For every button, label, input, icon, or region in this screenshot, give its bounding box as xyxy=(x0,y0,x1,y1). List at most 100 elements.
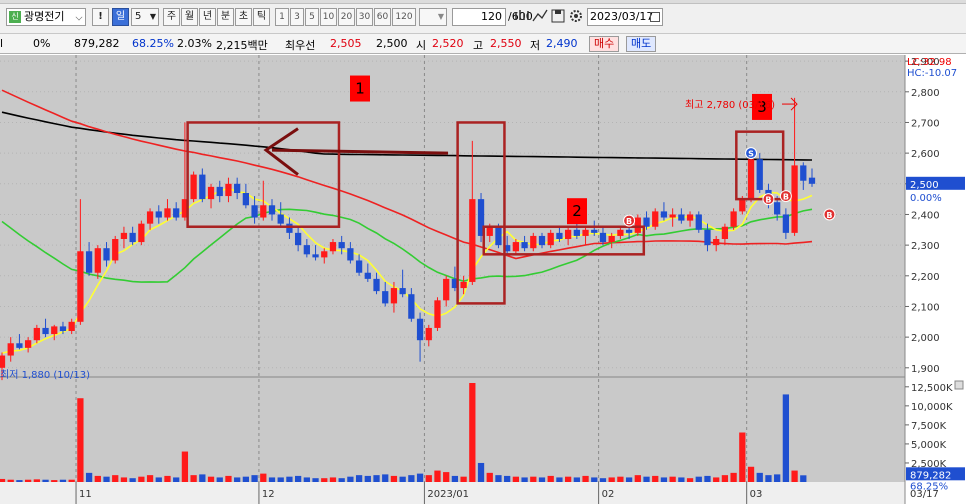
quote-open-label: 시 xyxy=(416,39,427,52)
date-input[interactable]: 2023/03/17 xyxy=(587,8,663,26)
period-multiplier-select[interactable]: 5 ▼ xyxy=(131,8,159,26)
volume-tick-label: 7,500K xyxy=(911,421,947,432)
candle-body xyxy=(242,193,250,206)
gear-icon xyxy=(570,10,582,22)
quote-high: 2,550 xyxy=(490,37,522,50)
candle-body xyxy=(669,214,676,218)
minute-option-20[interactable]: 20 xyxy=(338,8,355,26)
time-tick-label: 11 xyxy=(79,489,92,500)
minute-option-5[interactable]: 5 xyxy=(305,8,319,26)
volume-bar xyxy=(234,477,241,482)
data-count-input[interactable]: 120 xyxy=(452,8,506,26)
volume-bar xyxy=(625,477,633,482)
period-year-button[interactable]: 년 xyxy=(199,8,216,26)
candle-body xyxy=(547,232,554,246)
quote-left-edge: l xyxy=(0,37,4,50)
candle-body xyxy=(190,174,197,200)
chevron-down-icon: ▼ xyxy=(437,12,444,21)
toolbar-top-strip xyxy=(0,0,966,4)
trend-tool-button[interactable] xyxy=(532,8,548,26)
candle-body xyxy=(416,318,424,341)
candle-body xyxy=(146,211,154,224)
period-month-button[interactable]: 월 xyxy=(181,8,198,26)
period-week-button[interactable]: 주 xyxy=(163,8,180,26)
candle-body xyxy=(443,278,450,301)
candle-body xyxy=(85,251,93,273)
quote-best-ask: 2,505 xyxy=(330,37,362,50)
chart-type-icon[interactable] xyxy=(514,8,530,26)
candle-body xyxy=(77,251,84,322)
volume-bar xyxy=(173,477,180,482)
candle-body xyxy=(582,229,589,236)
signal-label: B xyxy=(626,217,632,226)
volume-bar xyxy=(312,478,319,482)
candle-body xyxy=(364,272,371,279)
sell-button[interactable]: 매도 xyxy=(626,36,657,52)
volume-bar xyxy=(347,476,354,482)
volume-bar xyxy=(390,475,398,482)
quote-volume-ratio: 68.25% xyxy=(132,37,174,50)
minute-option-30[interactable]: 30 xyxy=(356,8,373,26)
quote-low: 2,490 xyxy=(546,37,578,50)
candle-body xyxy=(103,248,110,261)
volume-bar xyxy=(190,475,197,482)
candle-body xyxy=(512,242,520,252)
price-tick-label: 2,600 xyxy=(911,149,940,160)
volume-tick-label: 5,000K xyxy=(911,440,947,451)
candle-body xyxy=(155,211,162,218)
candle-body xyxy=(652,211,659,227)
volume-bar xyxy=(599,478,607,482)
volume-bar xyxy=(277,477,284,482)
volume-bar xyxy=(782,394,790,482)
candle-body xyxy=(112,239,119,261)
candle-body xyxy=(573,229,580,236)
minute-option-3[interactable]: 3 xyxy=(290,8,304,26)
save-button[interactable] xyxy=(550,8,566,26)
volume-bar xyxy=(373,475,380,482)
volume-bar xyxy=(16,480,23,482)
chart-canvas[interactable]: 2,9002,8002,7002,6002,5002,4002,3002,200… xyxy=(0,55,966,504)
custom-minute-select[interactable]: ▼ xyxy=(419,8,447,26)
hc-label: HC:-10.07 xyxy=(907,68,957,79)
candle-body xyxy=(225,183,232,197)
settings-button[interactable] xyxy=(568,8,584,26)
minute-option-10[interactable]: 10 xyxy=(320,8,337,26)
volume-bar xyxy=(747,466,755,482)
volume-bar xyxy=(382,474,389,482)
volume-bar xyxy=(678,477,685,482)
candle-body xyxy=(59,326,67,331)
minute-option-1[interactable]: 1 xyxy=(275,8,289,26)
chevron-down-icon[interactable] xyxy=(75,13,83,21)
price-tick-label: 2,800 xyxy=(911,88,940,99)
candle-body xyxy=(660,211,668,218)
period-second-button[interactable]: 초 xyxy=(235,8,252,26)
volume-pane xyxy=(0,377,905,482)
minute-option-120[interactable]: 120 xyxy=(392,8,416,26)
volume-bar xyxy=(504,475,511,482)
period-minute-button[interactable]: 분 xyxy=(217,8,234,26)
calendar-icon[interactable] xyxy=(650,12,660,22)
volume-bar xyxy=(85,472,93,482)
volume-bar xyxy=(582,475,589,482)
candle-body xyxy=(129,232,136,243)
volume-bar xyxy=(713,477,720,482)
toolbar: 신 광명전기 ! 일 5 ▼ 주 월 년 분 초 틱 1 3 5 10 20 3… xyxy=(0,0,966,34)
volume-bar xyxy=(103,476,110,482)
buy-button[interactable]: 매수 xyxy=(589,36,620,52)
candle-body xyxy=(469,199,476,282)
volume-bar xyxy=(364,475,371,482)
time-tick-label: 02 xyxy=(602,489,615,500)
candle-body xyxy=(608,235,615,243)
candle-body xyxy=(556,232,563,239)
price-chart[interactable]: 2,9002,8002,7002,6002,5002,4002,3002,200… xyxy=(0,55,966,504)
stock-selector[interactable]: 신 광명전기 xyxy=(6,8,86,26)
floppy-icon xyxy=(551,9,565,23)
alert-button[interactable]: ! xyxy=(92,8,109,26)
volume-bar xyxy=(643,476,650,482)
candle-body xyxy=(260,205,267,218)
quote-open: 2,520 xyxy=(432,37,464,50)
price-tick-label: 1,900 xyxy=(911,364,940,375)
minute-option-60[interactable]: 60 xyxy=(374,8,391,26)
period-day-button[interactable]: 일 xyxy=(112,8,129,26)
period-tick-button[interactable]: 틱 xyxy=(253,8,270,26)
